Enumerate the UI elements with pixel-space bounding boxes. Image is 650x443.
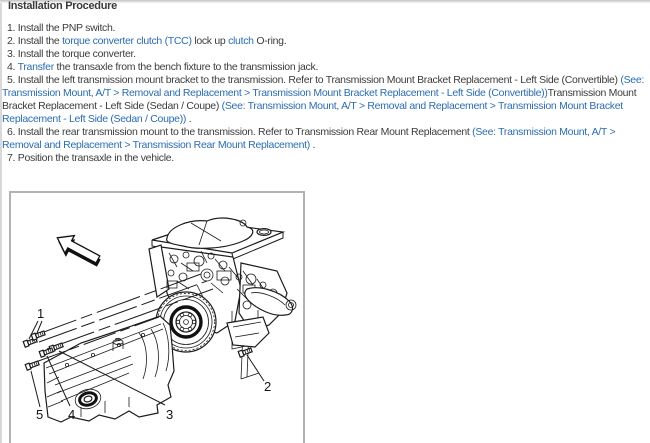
step-number: 7.	[7, 152, 16, 164]
transaxle-housing	[43, 315, 175, 423]
steps-list: 1. Install the PNP switch. 2. Install the…	[2, 22, 648, 165]
step-number: 1.	[7, 22, 16, 34]
step-text: Install the torque converter.	[17, 48, 136, 60]
reference-link[interactable]: Transfer	[18, 61, 55, 73]
step-item: 1. Install the PNP switch.	[2, 22, 648, 35]
step-text: .	[186, 113, 192, 125]
step-text: Install the left transmission mount brac…	[17, 74, 621, 86]
step-text: Position the transaxle in the vehicle.	[17, 152, 174, 164]
callout-label-4: 4	[68, 407, 75, 422]
up-left-arrow-icon	[56, 234, 101, 267]
step-text: Install the PNP switch.	[17, 22, 116, 34]
step-number: 6.	[7, 126, 16, 138]
step-number: 3.	[7, 48, 16, 60]
step-text: .	[309, 139, 316, 151]
callout-label-2: 2	[264, 379, 271, 394]
reference-link[interactable]: torque converter clutch (TCC)	[62, 35, 192, 47]
step-number: 2.	[7, 35, 16, 47]
step-item: 2. Install the torque converter clutch (…	[2, 35, 648, 48]
step-item: 7. Position the transaxle in the vehicle…	[2, 152, 648, 165]
reference-link[interactable]: clutch	[228, 35, 254, 47]
callout-label-5: 5	[36, 407, 43, 422]
diagram-box: 1 2 3 4 5	[9, 191, 305, 443]
step-text: Install the rear transmission mount to t…	[17, 126, 473, 138]
step-item: 5. Install the left transmission mount b…	[2, 74, 648, 126]
step-number: 4.	[7, 61, 16, 73]
callout-label-1: 1	[37, 306, 44, 321]
step-number: 5.	[7, 74, 16, 86]
page-title: Installation Procedure	[8, 0, 117, 12]
step-item: 4. Transfer the transaxle from the bench…	[2, 61, 648, 74]
step-text: O-ring.	[253, 35, 287, 47]
step-text: the transaxle from the bench fixture to …	[53, 61, 319, 73]
step-text: Install the	[17, 35, 63, 47]
step-text: lock up	[191, 35, 229, 47]
step-item: 6. Install the rear transmission mount t…	[2, 126, 648, 152]
engine-transaxle-illustration: 1 2 3 4 5	[22, 217, 297, 423]
step-item: 3. Install the torque converter.	[2, 48, 648, 61]
callout-label-3: 3	[166, 407, 173, 422]
